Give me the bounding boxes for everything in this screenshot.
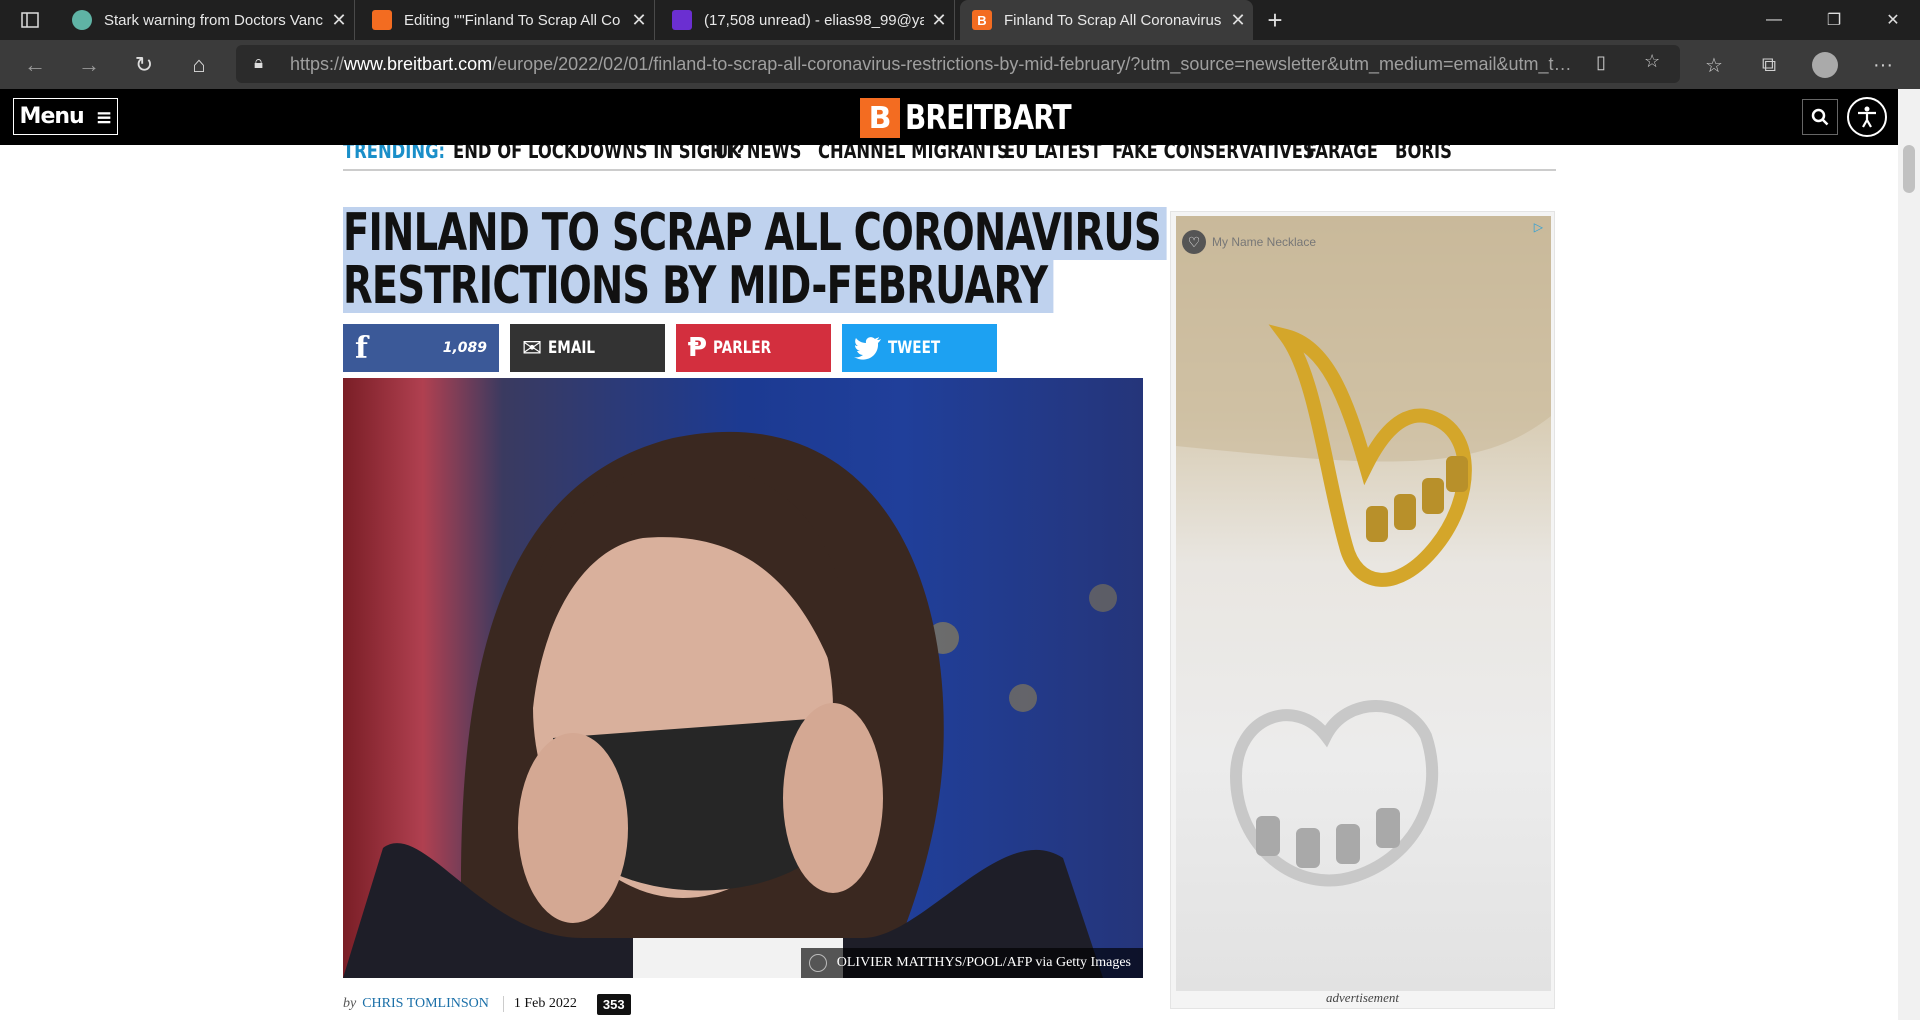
- add-favorite-icon[interactable]: ☆: [1644, 51, 1660, 72]
- close-tab-icon[interactable]: ✕: [1223, 10, 1253, 31]
- url-text[interactable]: https://www.breitbart.com/europe/2022/02…: [290, 54, 1580, 75]
- reader-mode-icon[interactable]: ▯: [1596, 52, 1606, 73]
- parler-share-button[interactable]: Ᵽ PARLER: [676, 324, 831, 372]
- browser-tab-bar: Stark warning from Doctors Vanc ✕ Editin…: [0, 0, 1920, 40]
- trending-link[interactable]: BORIS: [1395, 145, 1452, 163]
- browser-tab[interactable]: Stark warning from Doctors Vanc ✕: [60, 0, 355, 40]
- address-toolbar: ← → ↻ ⌂ 🔒︎ https://www.breitbart.com/eur…: [0, 40, 1920, 89]
- adchoices-icon[interactable]: ▷: [1534, 220, 1543, 234]
- byline: by CHRIS TOMLINSON 1 Feb 2022 353: [343, 993, 631, 1015]
- ad-image[interactable]: ♡ My Name Necklace ▷: [1176, 216, 1551, 991]
- new-tab-icon[interactable]: +: [1250, 0, 1300, 40]
- parler-icon: Ᵽ: [688, 333, 708, 363]
- close-window-icon[interactable]: ✕: [1866, 0, 1920, 40]
- browser-tab[interactable]: (17,508 unread) - elias98_99@ya ✕: [660, 0, 955, 40]
- favorites-icon[interactable]: ☆: [1697, 48, 1731, 82]
- camera-icon: [808, 954, 827, 972]
- trending-label: TRENDING:: [343, 145, 446, 163]
- trending-link[interactable]: CHANNEL MIGRANTS: [818, 145, 1009, 163]
- article-headline: FINLAND TO SCRAP ALL CORONAVIRUS RESTRIC…: [343, 207, 1167, 313]
- twitter-bird-icon: [854, 337, 881, 360]
- trending-link[interactable]: END OF LOCKDOWNS IN SIGHT?: [453, 145, 745, 163]
- breitbart-logo[interactable]: B BREITBART: [860, 98, 1107, 138]
- accessibility-icon: [1858, 106, 1876, 128]
- bookmark-icon: [372, 10, 392, 30]
- woman-removing-mask-image: [343, 431, 1117, 978]
- globe-icon: [72, 10, 92, 30]
- advertisement-box: ♡ My Name Necklace ▷ advertisement: [1170, 211, 1555, 1009]
- search-button[interactable]: [1802, 99, 1838, 135]
- article-photo[interactable]: OLIVIER MATTHYS/POOL/AFP via Getty Image…: [343, 378, 1143, 978]
- facebook-share-button[interactable]: f 1,089: [343, 324, 499, 372]
- email-share-button[interactable]: ✉ EMAIL: [510, 324, 665, 372]
- minimize-icon[interactable]: —: [1746, 0, 1802, 40]
- forward-icon[interactable]: →: [72, 48, 106, 82]
- browser-tab[interactable]: Editing ""Finland To Scrap All Co ✕: [360, 0, 655, 40]
- photo-credit: OLIVIER MATTHYS/POOL/AFP via Getty Image…: [800, 948, 1143, 978]
- browser-tab-active[interactable]: B Finland To Scrap All Coronavirus ✕: [960, 0, 1253, 40]
- site-header: Menu ≡ B BREITBART: [0, 89, 1898, 145]
- trending-link[interactable]: FARAGE: [1306, 145, 1378, 163]
- url-bar[interactable]: 🔒︎ https://www.breitbart.com/europe/2022…: [236, 45, 1680, 83]
- web-page: Menu ≡ B BREITBART TRENDING: END OF LOCK…: [0, 89, 1898, 1020]
- trending-bar: TRENDING: END OF LOCKDOWNS IN SIGHT? UK …: [343, 145, 1556, 171]
- advertisement-label: advertisement: [1326, 990, 1399, 1005]
- lock-icon: 🔒︎: [254, 53, 264, 72]
- publish-date: 1 Feb 2022: [502, 996, 577, 1012]
- author-link[interactable]: CHRIS TOMLINSON: [362, 996, 489, 1012]
- more-options-icon[interactable]: ···: [1866, 48, 1900, 82]
- close-tab-icon[interactable]: ✕: [324, 10, 354, 31]
- trending-link[interactable]: EU LATEST: [1004, 145, 1101, 163]
- hamburger-icon: ≡: [95, 104, 113, 129]
- back-icon[interactable]: ←: [18, 48, 52, 82]
- search-icon: [1811, 108, 1829, 126]
- tweet-share-button[interactable]: TWEET: [842, 324, 997, 372]
- menu-button[interactable]: Menu ≡: [13, 98, 118, 135]
- collections-icon[interactable]: ⧉: [1752, 48, 1786, 82]
- tab-actions-icon[interactable]: [8, 0, 52, 40]
- refresh-icon[interactable]: ↻: [127, 48, 161, 82]
- trending-link[interactable]: UK NEWS: [715, 145, 801, 163]
- restore-icon[interactable]: ❐: [1806, 0, 1862, 40]
- close-tab-icon[interactable]: ✕: [924, 10, 954, 31]
- facebook-icon: f: [355, 330, 368, 366]
- accessibility-button[interactable]: [1847, 97, 1887, 137]
- envelope-icon: ✉: [522, 334, 543, 362]
- heart-necklace-image: [1176, 216, 1551, 887]
- home-icon[interactable]: ⌂: [182, 48, 216, 82]
- heart-icon: ♡: [1182, 230, 1206, 254]
- close-tab-icon[interactable]: ✕: [624, 10, 654, 31]
- breitbart-favicon-icon: B: [972, 10, 992, 30]
- comment-count-badge[interactable]: 353: [596, 993, 631, 1015]
- page-scrollbar[interactable]: [1898, 89, 1920, 1020]
- profile-avatar-icon[interactable]: [1808, 48, 1842, 82]
- scrollbar-thumb[interactable]: [1903, 145, 1915, 193]
- trending-link[interactable]: FAKE CONSERVATIVES: [1112, 145, 1315, 163]
- mail-icon: [672, 10, 692, 30]
